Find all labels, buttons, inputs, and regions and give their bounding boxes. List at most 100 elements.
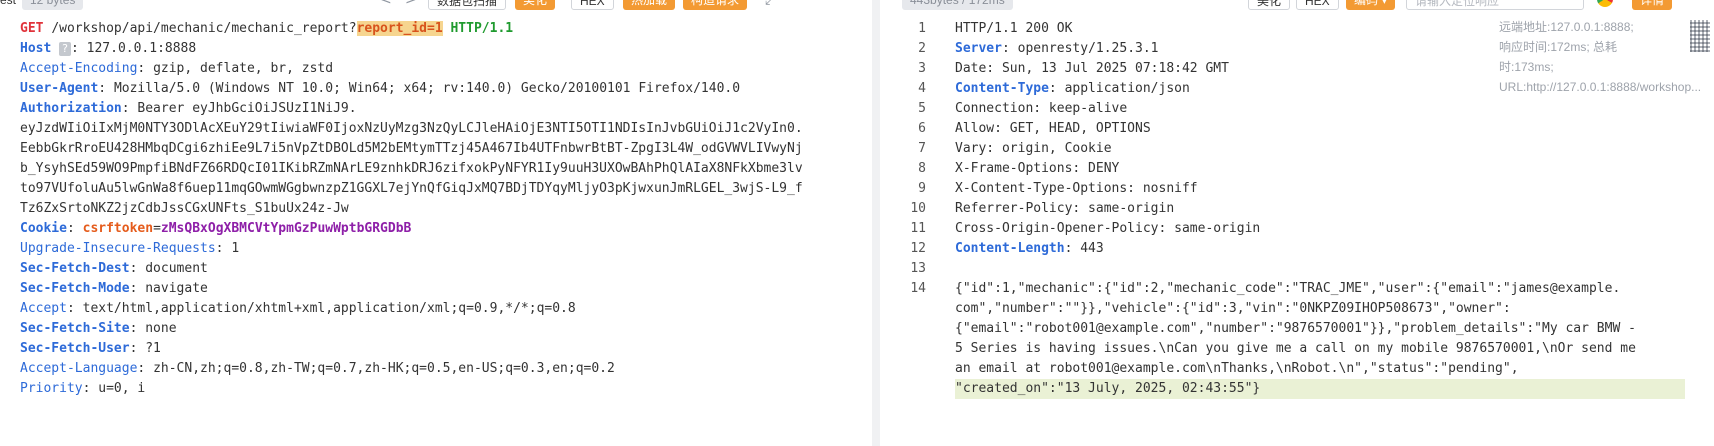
token-line: to97VUfoluAu5lwGnWa8f6uep11mqGOwmWGgbwnz…: [20, 181, 803, 196]
line-number: 6: [918, 121, 926, 136]
body-line: 5 Series is having issues.\nCan you give…: [955, 341, 1636, 356]
line-number: 8: [918, 161, 926, 176]
line-number: 10: [910, 201, 926, 216]
resp-header-connection: Connection: keep-alive: [955, 101, 1128, 116]
cookie-name: csrftoken: [82, 221, 154, 236]
method: GET: [20, 21, 44, 36]
header-cookie: Cookie: csrftoken=zMsQBxOgXBMCVtYpmGzPuw…: [20, 221, 412, 236]
header-value: 1: [231, 241, 240, 256]
token-line: eyJzdWIiOiIxMjM0NTY3ODlAcXEuY29tIiwiaWF0…: [20, 121, 803, 136]
line-number: 1: [918, 21, 926, 36]
header-authorization: Authorization: Bearer eyJhbGciOiJSUzI1Ni…: [20, 101, 357, 116]
status-line: HTTP/1.1 200 OK: [955, 21, 1073, 36]
resp-header-content-length: Content-Length: 443: [955, 241, 1104, 256]
token-line: EebbGkrRroEU428HMbqDCgi6zhiEe9L7i5nVpZtD…: [20, 141, 803, 156]
resp-header-referrer-policy: Referrer-Policy: same-origin: [955, 201, 1175, 216]
resp-header-content-type: Content-Type: application/json: [955, 81, 1190, 96]
hex-button[interactable]: HEX: [571, 0, 614, 10]
header-value: u=0, i: [98, 381, 146, 396]
header-sec-fetch-mode: Sec-Fetch-Mode: navigate: [20, 281, 208, 296]
response-search-input[interactable]: 请输入定位响应: [1406, 0, 1584, 10]
line-number: 12: [910, 241, 926, 256]
body-line: {"email":"robot001@example.com","number"…: [955, 321, 1636, 336]
line-number: 9: [918, 181, 926, 196]
token-line: b_YsyhSEd59WO9PmpfiBNdFZ66RDQcI01IKibRZm…: [20, 161, 803, 176]
header-value: application/json: [1064, 81, 1190, 96]
resp-header-server: Server: openresty/1.25.3.1: [955, 41, 1159, 56]
browser-icon[interactable]: [1597, 0, 1613, 7]
header-value: Mozilla/5.0 (Windows NT 10.0; Win64; x64…: [113, 81, 741, 96]
header-key: Sec-Fetch-Dest: [20, 261, 130, 276]
line-number: 11: [910, 221, 926, 236]
header-key: User-Agent: [20, 81, 99, 96]
packet-scan-button[interactable]: 数据包扫描: [428, 0, 507, 10]
chevron-down-icon: ▾: [1381, 0, 1388, 7]
construct-request-button[interactable]: 构造请求: [683, 0, 748, 10]
resp-header-allow: Allow: GET, HEAD, OPTIONS: [955, 121, 1151, 136]
request-path: /workshop/api/mechanic/mechanic_report?: [51, 21, 357, 36]
resp-header-coop: Cross-Origin-Opener-Policy: same-origin: [955, 221, 1261, 236]
header-value: document: [145, 261, 208, 276]
query-param: report_id=1: [356, 21, 443, 36]
header-accept: Accept: text/html,application/xhtml+xml,…: [20, 301, 576, 316]
expand-icon[interactable]: ⤢: [765, 0, 776, 8]
token-line: Tz6ZxSrtoNKZ2jzCdbJssCGxUNFts_S1buUx24z-…: [20, 201, 349, 216]
line-number: 13: [910, 261, 926, 276]
request-tab-label[interactable]: est: [0, 0, 16, 10]
header-value: ?1: [145, 341, 161, 356]
details-button[interactable]: 详情: [1632, 0, 1673, 10]
body-line: {"id":1,"mechanic":{"id":2,"mechanic_cod…: [955, 281, 1621, 296]
header-value: 443: [1080, 241, 1104, 256]
header-value: text/html,application/xhtml+xml,applicat…: [82, 301, 576, 316]
help-icon[interactable]: ?: [59, 42, 71, 56]
request-line: GET /workshop/api/mechanic/mechanic_repo…: [20, 21, 513, 36]
header-key: Server: [955, 41, 1002, 56]
resp-header-date: Date: Sun, 13 Jul 2025 07:18:42 GMT: [955, 61, 1229, 76]
qr-code-icon[interactable]: [1690, 20, 1710, 52]
header-priority: Priority: u=0, i: [20, 381, 146, 396]
resp-header-vary: Vary: origin, Cookie: [955, 141, 1112, 156]
response-meta-info: 远端地址:127.0.0.1:8888; 响应时间:172ms; 总耗时:173…: [1499, 20, 1702, 94]
line-number: 3: [918, 61, 926, 76]
hot-load-button[interactable]: 热加载: [623, 0, 676, 10]
body-line: an email at robot001@example.com\nThanks…: [955, 361, 1519, 376]
line-number: 4: [918, 81, 926, 96]
header-key: Cookie: [20, 221, 67, 236]
encode-label: 编码: [1354, 0, 1379, 7]
response-size-badge: 443bytes / 172ms: [902, 0, 1013, 10]
header-value: gzip, deflate, br, zstd: [153, 61, 334, 76]
header-upgrade: Upgrade-Insecure-Requests: 1: [20, 241, 240, 256]
header-sec-fetch-user: Sec-Fetch-User: ?1: [20, 341, 161, 356]
header-key: Authorization: [20, 101, 122, 116]
header-host: Host ?: 127.0.0.1:8888: [20, 41, 197, 56]
line-number: 14: [910, 281, 926, 296]
body-line: com","number":""}},"vehicle":{"id":3,"vi…: [955, 301, 1511, 316]
request-size-badge: 12 bytes: [22, 0, 84, 10]
protocol: HTTP/1.1: [450, 21, 514, 36]
header-value: none: [145, 321, 177, 336]
header-key: Sec-Fetch-Mode: [20, 281, 130, 296]
line-number: 7: [918, 141, 926, 156]
encode-dropdown[interactable]: 编码 ▾: [1346, 0, 1396, 10]
header-sec-fetch-site: Sec-Fetch-Site: none: [20, 321, 177, 336]
header-key: Content-Length: [955, 241, 1065, 256]
back-icon[interactable]: <: [380, 0, 392, 8]
line-number: 5: [918, 101, 926, 116]
body-line-highlighted: "created_on":"13 July, 2025, 02:43:55"}: [955, 379, 1685, 399]
header-key: Host: [20, 41, 52, 56]
line-number-gutter: 1 2 3 4 5 6 7 8 9 10 11 12 13 14: [880, 19, 926, 299]
request-editor[interactable]: GET /workshop/api/mechanic/mechanic_repo…: [20, 19, 803, 399]
resp-header-x-content-type-options: X-Content-Type-Options: nosniff: [955, 181, 1198, 196]
pretty-button[interactable]: 美化: [515, 0, 556, 10]
header-key: Content-Type: [955, 81, 1049, 96]
header-key: Accept-Language: [20, 361, 138, 376]
cookie-value: zMsQBxOgXBMCVtYpmGzPuwWptbGRGDbB: [160, 221, 412, 236]
header-key: Priority: [20, 381, 83, 396]
response-hex-button[interactable]: HEX: [1296, 0, 1339, 10]
forward-icon[interactable]: >: [405, 0, 417, 8]
header-value: Bearer eyJhbGciOiJSUzI1NiJ9.: [137, 101, 357, 116]
header-value: navigate: [145, 281, 208, 296]
header-key: Upgrade-Insecure-Requests: [20, 241, 216, 256]
header-key: Sec-Fetch-Site: [20, 321, 130, 336]
response-pretty-button[interactable]: 美化: [1248, 0, 1291, 10]
